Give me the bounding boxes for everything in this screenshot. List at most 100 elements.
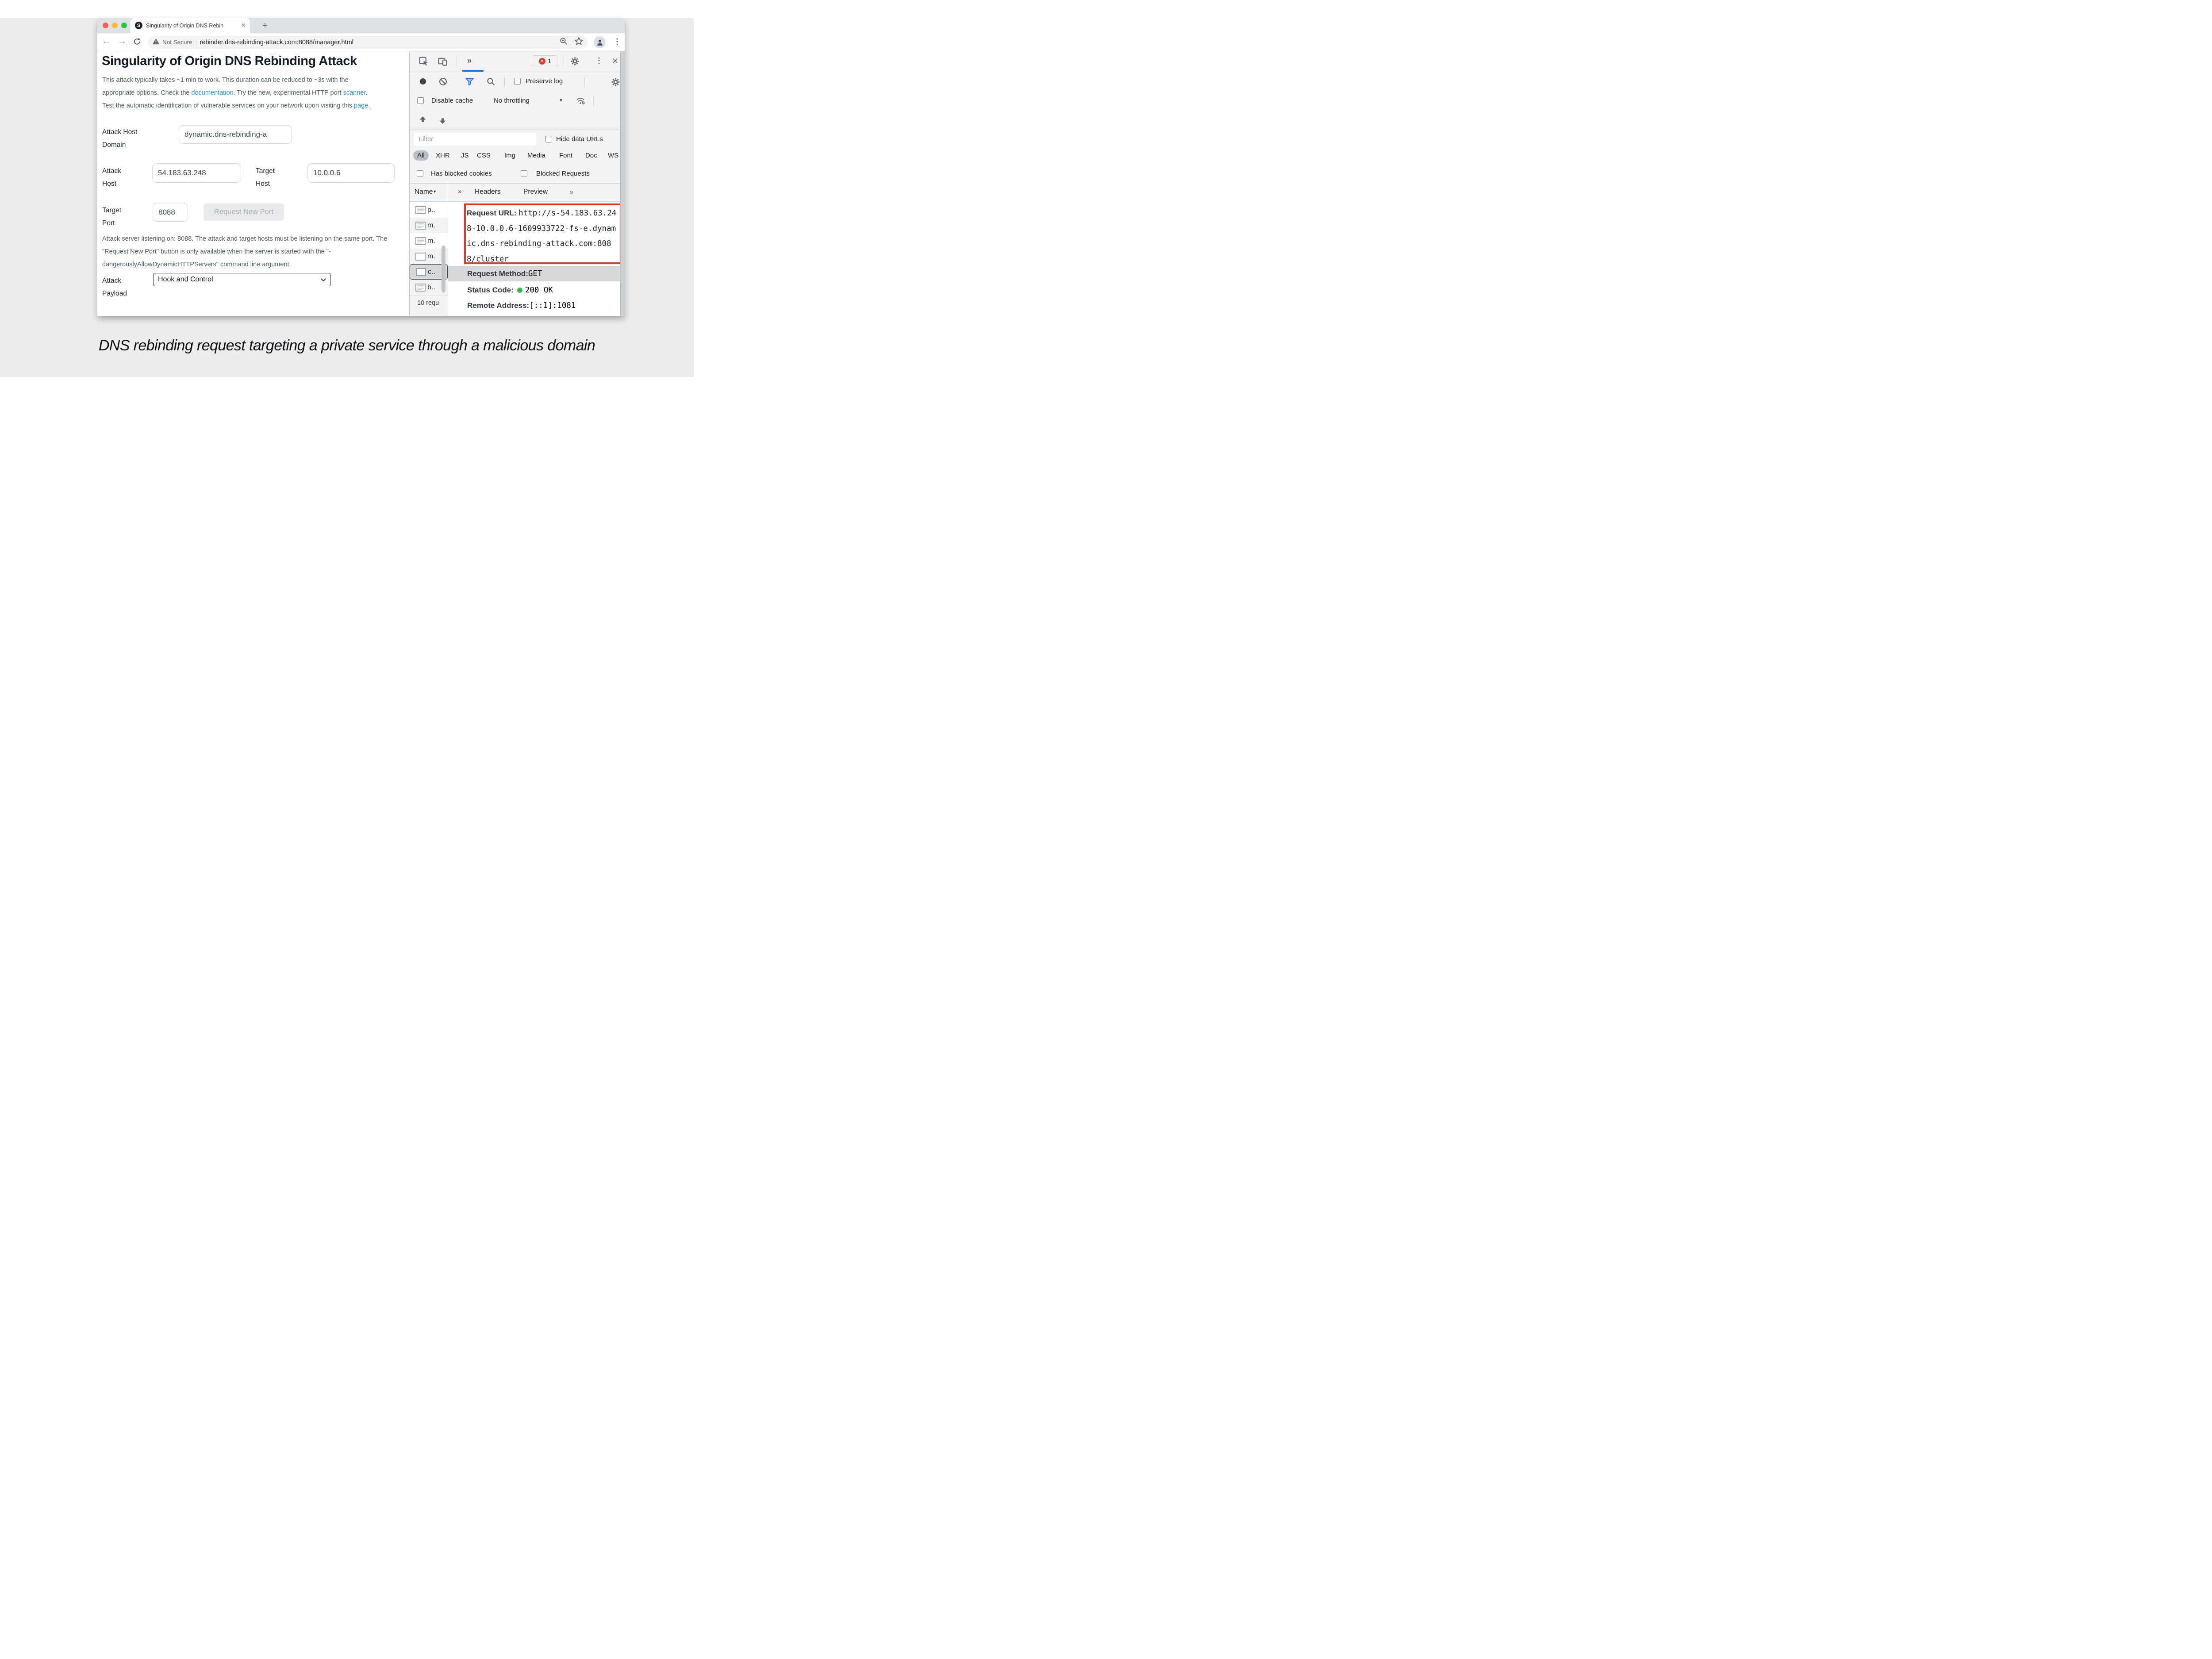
blank-document-icon bbox=[415, 253, 426, 261]
intro-text-2: . Try the new, experimental HTTP port bbox=[234, 89, 343, 96]
request-url-highlight-box: Request URL: http://s-54.183.63.248-10.0… bbox=[464, 204, 622, 264]
error-badge[interactable]: × 1 bbox=[533, 55, 557, 67]
profile-avatar[interactable] bbox=[594, 36, 606, 48]
type-filter-xhr[interactable]: XHR bbox=[436, 152, 450, 159]
reload-button[interactable] bbox=[133, 38, 141, 48]
clear-network-log-icon[interactable] bbox=[439, 77, 447, 88]
network-conditions-wifi-icon[interactable] bbox=[576, 97, 586, 107]
zoom-page-icon[interactable] bbox=[560, 37, 568, 47]
documentation-link[interactable]: documentation bbox=[192, 89, 234, 96]
devtools-close-icon[interactable]: × bbox=[612, 55, 618, 67]
more-tabs-icon[interactable]: » bbox=[569, 188, 573, 196]
network-filter-bar: Hide data URLs bbox=[410, 130, 625, 149]
attack-host-domain-input[interactable] bbox=[179, 125, 292, 144]
type-filter-doc[interactable]: Doc bbox=[585, 152, 597, 159]
figure-caption: DNS rebinding request targeting a privat… bbox=[0, 337, 694, 354]
name-column-header[interactable]: Name▼ bbox=[415, 188, 437, 196]
document-icon bbox=[415, 222, 426, 230]
device-toolbar-icon[interactable] bbox=[438, 57, 447, 68]
blank-document-icon bbox=[416, 268, 426, 276]
network-settings-gear-icon[interactable] bbox=[611, 78, 620, 88]
request-row[interactable]: m. bbox=[410, 218, 448, 233]
attack-payload-value: Hook and Control bbox=[158, 276, 213, 284]
address-bar[interactable]: Not Secure rebinder.dns-rebinding-attack… bbox=[148, 36, 588, 49]
page-link[interactable]: page bbox=[354, 102, 368, 109]
window-content: Singularity of Origin DNS Rebinding Atta… bbox=[97, 51, 625, 316]
preserve-log-label: Preserve log bbox=[526, 77, 563, 85]
traffic-light-minimize-icon[interactable] bbox=[112, 23, 118, 28]
throttling-caret-icon[interactable]: ▼ bbox=[559, 98, 563, 103]
request-method-label: Request Method: bbox=[467, 269, 528, 278]
tab-title: Singularity of Origin DNS Rebin bbox=[146, 23, 238, 29]
site-favicon-icon: S bbox=[135, 22, 142, 29]
tab-preview[interactable]: Preview bbox=[523, 188, 548, 196]
tab-headers[interactable]: Headers bbox=[475, 188, 501, 196]
error-dot-icon: × bbox=[539, 58, 545, 65]
toolbar-separator bbox=[504, 76, 505, 88]
devtools-menu-icon[interactable]: ⋮ bbox=[595, 56, 603, 65]
type-filter-font[interactable]: Font bbox=[559, 152, 572, 159]
import-har-icon[interactable] bbox=[419, 116, 426, 126]
has-blocked-cookies-checkbox[interactable] bbox=[417, 170, 423, 177]
list-scrollbar-thumb[interactable] bbox=[442, 246, 445, 292]
bookmark-star-icon[interactable] bbox=[575, 37, 583, 47]
new-tab-button[interactable]: + bbox=[259, 20, 271, 31]
filter-input[interactable] bbox=[414, 133, 536, 146]
remote-address-label: Remote Address: bbox=[467, 301, 529, 310]
network-main-area: p.. m. m. m. bbox=[410, 202, 625, 316]
request-url-line: Request URL: http://s-54.183.63.248-10.0… bbox=[467, 206, 619, 264]
type-filter-all[interactable]: All bbox=[413, 150, 429, 161]
hide-data-urls-checkbox[interactable] bbox=[545, 136, 552, 142]
throttling-select[interactable]: No throttling bbox=[494, 97, 530, 104]
status-code-row: Status Code: 200 OK bbox=[448, 282, 620, 298]
disable-cache-checkbox[interactable] bbox=[417, 97, 424, 104]
scanner-link[interactable]: scanner bbox=[343, 89, 366, 96]
request-row[interactable]: p.. bbox=[410, 202, 448, 218]
type-filter-ws[interactable]: WS bbox=[608, 152, 618, 159]
blocked-requests-label: Blocked Requests bbox=[536, 170, 590, 177]
status-code-label: Status Code: bbox=[467, 286, 514, 295]
devtools-settings-gear-icon[interactable] bbox=[571, 57, 579, 68]
type-filter-media[interactable]: Media bbox=[527, 152, 545, 159]
blocked-requests-checkbox[interactable] bbox=[521, 170, 527, 177]
inspect-element-icon[interactable] bbox=[419, 57, 428, 68]
attack-payload-label: Attack Payload bbox=[102, 275, 138, 300]
browser-tab[interactable]: S Singularity of Origin DNS Rebin × bbox=[131, 18, 250, 33]
document-icon bbox=[415, 206, 426, 214]
forward-button[interactable]: → bbox=[118, 36, 127, 46]
disable-cache-label: Disable cache bbox=[431, 97, 473, 104]
devtools-scrollbar-gutter[interactable] bbox=[620, 51, 625, 316]
search-network-icon[interactable] bbox=[487, 77, 495, 88]
network-toolbar: Preserve log bbox=[410, 72, 625, 91]
type-filter-css[interactable]: CSS bbox=[477, 152, 491, 159]
screenshot-canvas: DNS rebinding request targeting a privat… bbox=[0, 0, 694, 390]
attack-host-input[interactable] bbox=[152, 163, 241, 183]
type-filter-js[interactable]: JS bbox=[461, 152, 469, 159]
traffic-light-zoom-icon[interactable] bbox=[121, 23, 127, 28]
page-title: Singularity of Origin DNS Rebinding Atta… bbox=[102, 54, 357, 69]
active-tab-indicator bbox=[462, 70, 484, 72]
preserve-log-checkbox[interactable] bbox=[514, 78, 521, 84]
target-host-input[interactable] bbox=[307, 163, 395, 183]
remote-address-value: [::1]:1081 bbox=[529, 301, 576, 310]
request-new-port-button[interactable]: Request New Port bbox=[204, 204, 284, 221]
request-list: p.. m. m. m. bbox=[410, 202, 448, 316]
back-button[interactable]: ← bbox=[102, 36, 111, 46]
filter-funnel-icon[interactable] bbox=[465, 78, 474, 88]
browser-menu-icon[interactable]: ⋮ bbox=[613, 37, 621, 46]
attack-payload-select[interactable]: Hook and Control bbox=[153, 273, 331, 286]
resource-type-filters: All XHR JS CSS Img Media Font Doc WS bbox=[410, 149, 625, 165]
target-port-input[interactable] bbox=[153, 203, 188, 222]
security-label: Not Secure bbox=[162, 39, 192, 46]
target-port-label: Target Port bbox=[102, 204, 130, 230]
traffic-light-close-icon[interactable] bbox=[103, 23, 108, 28]
devtools-tabbar: » × 1 ⋮ × bbox=[410, 51, 625, 72]
close-details-icon[interactable]: × bbox=[457, 188, 462, 196]
type-filter-img[interactable]: Img bbox=[504, 152, 515, 159]
more-panels-icon[interactable]: » bbox=[467, 56, 472, 65]
attack-host-label: Attack Host bbox=[102, 165, 130, 190]
record-button[interactable] bbox=[420, 78, 426, 84]
tab-close-icon[interactable]: × bbox=[242, 22, 246, 29]
export-har-icon[interactable] bbox=[439, 116, 446, 126]
har-import-export-bar bbox=[410, 111, 625, 130]
